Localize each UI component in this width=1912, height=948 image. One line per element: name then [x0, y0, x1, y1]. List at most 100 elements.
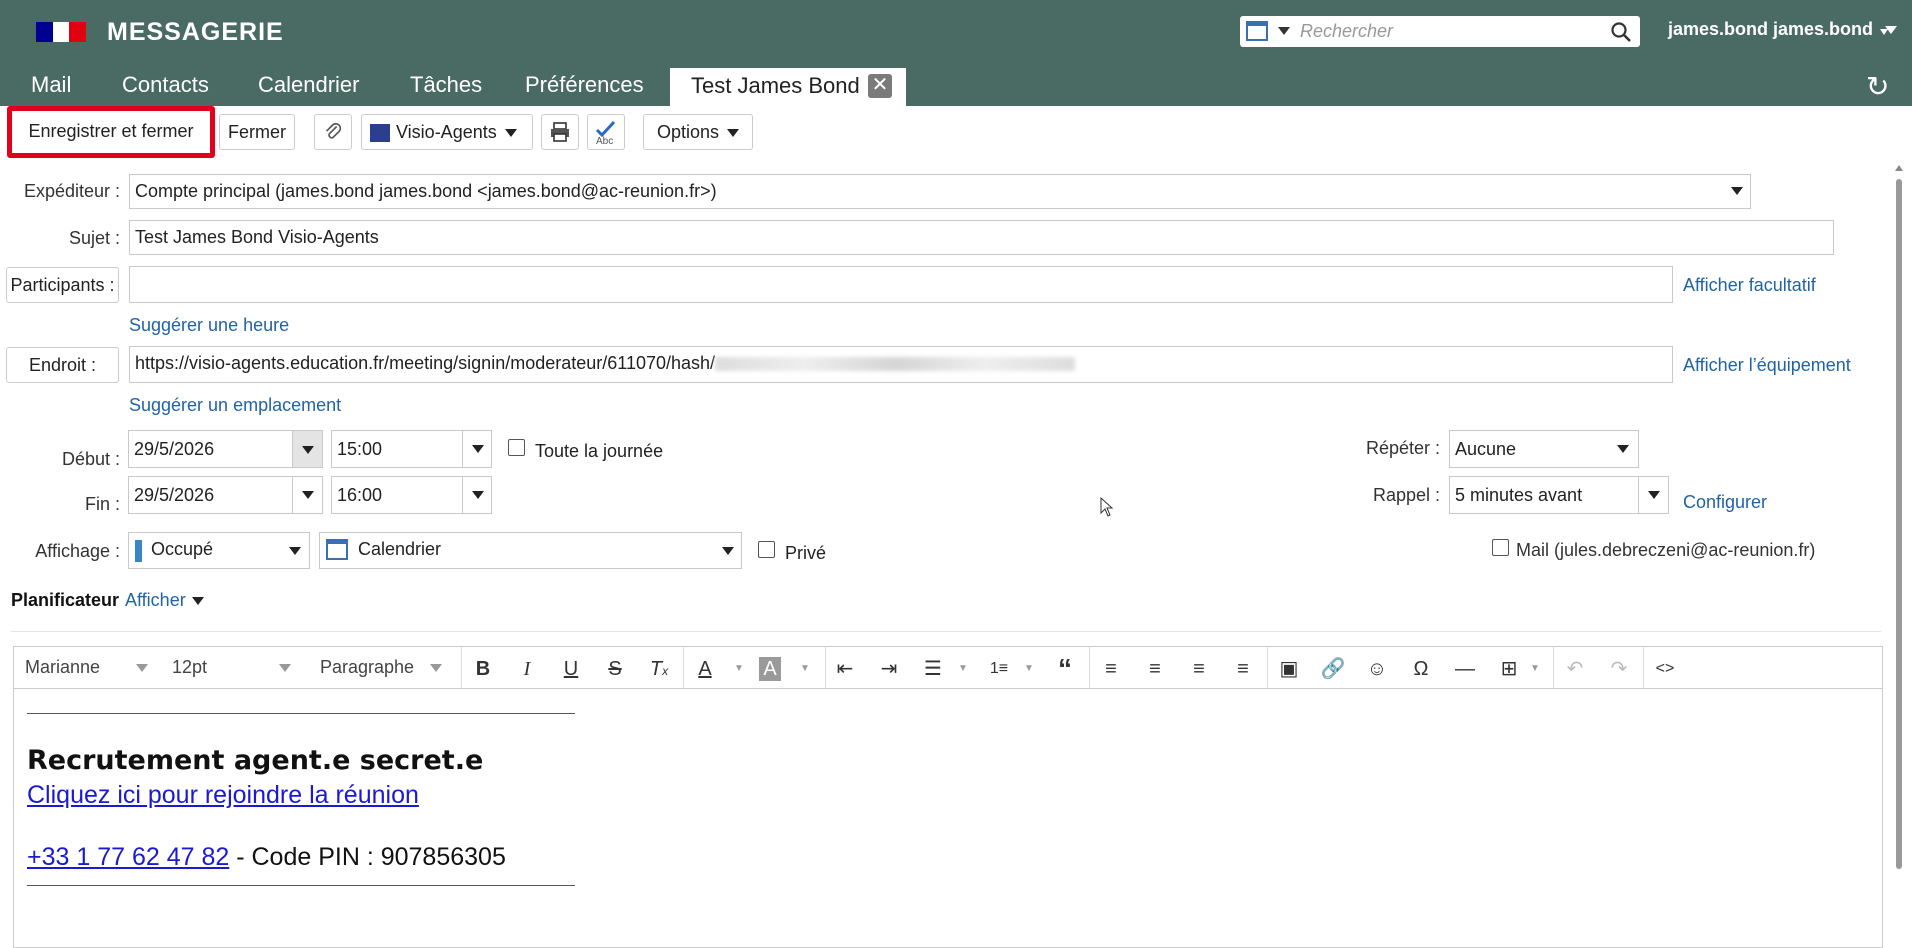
visio-button[interactable]: Visio-Agents: [361, 114, 533, 150]
search-box[interactable]: [1240, 16, 1640, 47]
show-equipment-link[interactable]: Afficher l’équipement: [1683, 355, 1851, 376]
planner-show-text: Afficher: [125, 590, 186, 610]
refresh-icon[interactable]: ↻: [1866, 70, 1889, 103]
align-left-icon[interactable]: ≡: [1097, 655, 1125, 683]
outdent-icon[interactable]: ⇤: [831, 655, 859, 683]
reminder-select[interactable]: 5 minutes avant: [1449, 476, 1669, 514]
more-icon[interactable]: [1880, 22, 1888, 36]
bullet-list-icon[interactable]: ☰: [919, 655, 947, 683]
invite-heading: Recrutement agent.e secret.e: [27, 745, 484, 776]
highlight-color-icon[interactable]: A: [759, 657, 781, 681]
numbered-list-icon[interactable]: 1≡: [985, 655, 1013, 683]
clear-format-icon[interactable]: Tx: [645, 655, 673, 683]
align-center-icon[interactable]: ≡: [1141, 655, 1169, 683]
options-label: Options: [656, 122, 720, 142]
bold-icon[interactable]: B: [469, 655, 497, 683]
nav-calendar[interactable]: Calendrier: [258, 72, 360, 98]
start-time-dropdown[interactable]: [462, 430, 492, 468]
search-icon[interactable]: [1610, 21, 1632, 43]
app-brand: MESSAGERIE: [107, 18, 284, 46]
mail-notify-checkbox[interactable]: [1492, 539, 1509, 556]
search-input[interactable]: [1300, 19, 1600, 44]
chevron-down-icon[interactable]: ▼: [1521, 655, 1549, 683]
chevron-down-icon: [472, 491, 484, 499]
end-time-dropdown[interactable]: [462, 476, 492, 514]
participants-input[interactable]: [129, 266, 1673, 303]
undo-icon[interactable]: ↶: [1561, 655, 1589, 683]
chevron-down-icon[interactable]: [722, 547, 734, 555]
show-optional-link[interactable]: Afficher facultatif: [1683, 275, 1816, 296]
chevron-down-icon[interactable]: [1617, 445, 1629, 453]
chevron-down-icon[interactable]: [1278, 27, 1290, 35]
reminder-dropdown[interactable]: [1638, 476, 1669, 514]
chevron-down-icon: [472, 445, 484, 453]
close-icon[interactable]: ✕: [868, 74, 892, 98]
participants-button[interactable]: Participants :: [6, 267, 119, 303]
editor-body[interactable]: Recrutement agent.e secret.e Cliquez ici…: [13, 688, 1883, 948]
location-button[interactable]: Endroit :: [6, 347, 119, 383]
text-color-icon[interactable]: A: [691, 655, 719, 683]
planner-show-link[interactable]: Afficher: [125, 590, 204, 611]
subject-input[interactable]: Test James Bond Visio-Agents: [129, 220, 1834, 255]
italic-icon[interactable]: I: [513, 655, 541, 683]
special-char-icon[interactable]: Ω: [1407, 655, 1435, 683]
scroll-up-icon[interactable]: [1895, 165, 1903, 171]
align-justify-icon[interactable]: ≡: [1229, 655, 1257, 683]
tab-event-label: Test James Bond: [691, 73, 860, 98]
suggest-location-link[interactable]: Suggérer un emplacement: [129, 395, 341, 416]
private-checkbox[interactable]: [758, 541, 775, 558]
calendar-select[interactable]: Calendrier: [319, 532, 742, 569]
start-date-picker[interactable]: [292, 430, 323, 468]
font-family-select[interactable]: Marianne: [25, 657, 149, 678]
align-right-icon[interactable]: ≡: [1185, 655, 1213, 683]
calendar-icon[interactable]: [1246, 21, 1268, 41]
busy-select[interactable]: Occupé: [128, 532, 310, 569]
strikethrough-icon[interactable]: S: [601, 655, 629, 683]
chevron-down-icon[interactable]: ▼: [949, 655, 977, 683]
pin-text: - Code PIN : 907856305: [229, 843, 506, 871]
join-meeting-link[interactable]: Cliquez ici pour rejoindre la réunion: [27, 781, 419, 810]
chevron-down-icon[interactable]: ▼: [1015, 655, 1043, 683]
repeat-select[interactable]: Aucune: [1449, 430, 1639, 468]
save-close-button[interactable]: Enregistrer et fermer: [17, 114, 205, 150]
marianne-logo-icon: [36, 22, 86, 42]
table-icon[interactable]: ⊞: [1495, 655, 1523, 683]
chevron-down-icon[interactable]: [289, 547, 301, 555]
end-date-picker[interactable]: [292, 476, 323, 514]
close-button[interactable]: Fermer: [219, 114, 295, 150]
chevron-down-icon[interactable]: [1731, 187, 1743, 195]
nav-contacts[interactable]: Contacts: [122, 72, 209, 98]
display-label: Affichage :: [35, 541, 120, 561]
location-input[interactable]: https://visio-agents.education.fr/meetin…: [129, 346, 1673, 383]
options-button[interactable]: Options: [643, 114, 753, 150]
emoji-icon[interactable]: ☺: [1363, 655, 1391, 683]
page-scrollbar[interactable]: [1894, 165, 1904, 870]
redo-icon[interactable]: ↷: [1605, 655, 1633, 683]
font-size-select[interactable]: 12pt: [172, 657, 292, 678]
indent-icon[interactable]: ⇥: [875, 655, 903, 683]
chevron-down-icon[interactable]: ▼: [791, 655, 819, 683]
chevron-down-icon[interactable]: ▼: [725, 655, 753, 683]
source-code-icon[interactable]: <>: [1651, 655, 1679, 683]
suggest-time-link[interactable]: Suggérer une heure: [129, 315, 289, 336]
underline-icon[interactable]: U: [557, 655, 585, 683]
attachment-button[interactable]: [314, 114, 352, 150]
configure-link[interactable]: Configurer: [1683, 492, 1767, 513]
phone-link[interactable]: +33 1 77 62 47 82: [27, 843, 229, 871]
print-button[interactable]: [541, 114, 579, 150]
tab-event[interactable]: Test James Bond ✕: [670, 68, 906, 106]
scrollbar-thumb[interactable]: [1896, 179, 1902, 869]
spellcheck-button[interactable]: Abc: [587, 114, 625, 150]
horizontal-rule-icon[interactable]: —: [1451, 655, 1479, 683]
all-day-checkbox[interactable]: [508, 439, 525, 456]
nav-preferences[interactable]: Préférences: [525, 72, 644, 98]
nav-mail[interactable]: Mail: [31, 72, 71, 98]
blockquote-icon[interactable]: “: [1051, 655, 1079, 683]
block-format-select[interactable]: Paragraphe: [320, 657, 443, 678]
sender-select[interactable]: Compte principal (james.bond james.bond …: [129, 174, 1751, 209]
nav-tasks[interactable]: Tâches: [410, 72, 482, 98]
user-menu[interactable]: james.bond james.bond: [1668, 19, 1898, 40]
chevron-down-icon: [302, 491, 314, 499]
link-icon[interactable]: 🔗: [1319, 655, 1347, 683]
image-icon[interactable]: ▣: [1275, 655, 1303, 683]
